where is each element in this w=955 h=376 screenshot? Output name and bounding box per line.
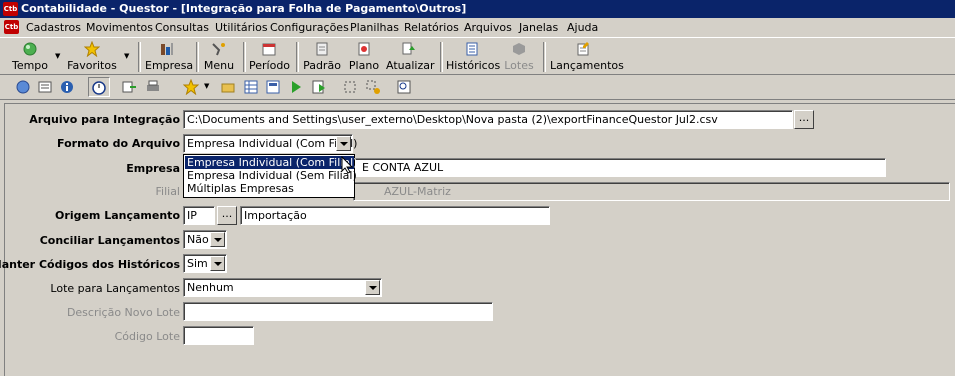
menu-consultas[interactable]: Consultas	[155, 21, 209, 34]
report-icon[interactable]	[265, 79, 281, 95]
conciliar-select[interactable]: Não	[183, 230, 227, 249]
formato-label: Formato do Arquivo	[57, 137, 180, 150]
lote-select[interactable]: Nenhum	[183, 278, 382, 297]
descricao-input[interactable]	[183, 302, 493, 321]
conciliar-dropdown-button[interactable]	[210, 232, 225, 247]
menu-arquivos[interactable]: Arquivos	[464, 21, 512, 34]
codigo-input[interactable]	[183, 326, 254, 345]
star-icon	[84, 41, 100, 57]
info-icon[interactable]	[59, 79, 75, 95]
formato-option[interactable]: Múltiplas Empresas	[185, 182, 354, 195]
toolbar-separator	[196, 42, 199, 72]
origem-code-field[interactable]: IP	[183, 206, 215, 225]
lote-label: Lote para Lançamentos	[50, 282, 180, 295]
timer-toggle[interactable]	[88, 77, 110, 97]
empresa-name-field[interactable]: E CONTA AZUL	[353, 158, 886, 177]
mouse-cursor-icon	[341, 156, 354, 174]
formato-dropdown-list: Empresa Individual (Com Filial) Empresa …	[183, 154, 357, 198]
menu-icon	[212, 43, 225, 56]
manter-select[interactable]: Sim	[183, 254, 227, 273]
tempo-dropdown-arrow[interactable]: ▼	[55, 52, 60, 60]
lancamentos-icon	[577, 42, 589, 56]
arquivo-input[interactable]: C:\Documents and Settings\user_externo\D…	[183, 110, 793, 129]
printer-icon[interactable]	[145, 79, 161, 95]
filial-label: Filial	[155, 185, 181, 198]
app-menu-icon[interactable]: Ctb	[4, 20, 19, 34]
menu-bar: Ctb Cadastros Movimentos Consultas Utili…	[0, 18, 955, 37]
title-bar: Ctb Contabilidade - Questor - [Integraçã…	[0, 0, 955, 18]
lotes-icon	[513, 43, 525, 55]
menu-janelas[interactable]: Janelas	[519, 21, 558, 34]
plano-icon	[358, 42, 370, 56]
origem-label: Origem Lançamento	[55, 209, 180, 222]
padrao-button[interactable]: Padrão	[303, 40, 341, 72]
toolbar-separator	[243, 42, 246, 72]
settings-icon[interactable]	[365, 79, 381, 95]
app-icon: Ctb	[3, 2, 18, 16]
manter-label: Manter Códigos dos Históricos	[0, 258, 180, 271]
formato-option[interactable]: Empresa Individual (Com Filial)	[185, 156, 357, 169]
formato-select[interactable]: Empresa Individual (Com Filial)	[183, 134, 357, 153]
menu-configuracoes[interactable]: Configurações	[270, 21, 349, 34]
empresa-button[interactable]: Empresa	[145, 40, 193, 72]
menu-utilitarios[interactable]: Utilitários	[215, 21, 268, 34]
list-icon[interactable]	[37, 79, 53, 95]
atualizar-button[interactable]: Atualizar	[386, 40, 435, 72]
export-icon[interactable]	[121, 79, 137, 95]
toolbar-separator	[543, 42, 546, 72]
favoritos-button[interactable]: Favoritos	[67, 40, 117, 72]
favorite-star-icon[interactable]	[183, 79, 199, 95]
padrao-icon	[316, 42, 328, 56]
window-title: Contabilidade - Questor - [Integração pa…	[21, 2, 467, 15]
globe-icon[interactable]	[15, 79, 31, 95]
main-toolbar: Tempo ▼ Favoritos ▼ Empresa Menu Período…	[0, 37, 955, 75]
toolbar-separator	[440, 42, 443, 72]
conciliar-label: Conciliar Lançamentos	[39, 234, 180, 247]
formato-dropdown-button[interactable]	[336, 136, 351, 151]
arquivo-browse-button[interactable]: ...	[794, 110, 814, 129]
grid-icon[interactable]	[243, 79, 259, 95]
lote-dropdown-button[interactable]	[365, 280, 380, 295]
origem-browse-button[interactable]: ...	[217, 206, 237, 225]
favorite-dropdown-arrow[interactable]: ▼	[204, 82, 209, 90]
origem-desc-field: Importação	[240, 206, 550, 225]
periodo-button[interactable]: Período	[249, 40, 290, 72]
preview-icon[interactable]	[396, 79, 412, 95]
manter-dropdown-button[interactable]	[210, 256, 225, 271]
folder-open-icon[interactable]	[220, 79, 236, 95]
lotes-button[interactable]: Lotes	[504, 40, 534, 72]
empresa-icon	[161, 43, 173, 55]
menu-button[interactable]: Menu	[202, 40, 236, 72]
stopwatch-icon	[92, 81, 106, 95]
refresh-icon	[402, 42, 415, 55]
menu-ajuda[interactable]: Ajuda	[567, 21, 598, 34]
historicos-icon	[466, 42, 478, 56]
secondary-toolbar: ▼	[0, 75, 955, 100]
historicos-button[interactable]: Históricos	[446, 40, 500, 72]
menu-movimentos[interactable]: Movimentos	[86, 21, 153, 34]
select-area-icon[interactable]	[342, 79, 358, 95]
formato-option[interactable]: Empresa Individual (Sem Filial)	[185, 169, 357, 182]
calendar-icon	[262, 43, 276, 56]
lancamentos-button[interactable]: Lançamentos	[550, 40, 624, 72]
run-report-icon[interactable]	[311, 79, 327, 95]
menu-cadastros[interactable]: Cadastros	[26, 21, 81, 34]
tempo-icon	[23, 42, 37, 56]
plano-button[interactable]: Plano	[348, 40, 380, 72]
descricao-label: Descrição Novo Lote	[66, 306, 180, 319]
codigo-label: Código Lote	[114, 330, 180, 343]
filial-name-field: AZUL-Matriz	[353, 182, 950, 201]
menu-relatorios[interactable]: Relatórios	[404, 21, 459, 34]
tempo-button[interactable]: Tempo	[10, 40, 50, 72]
arquivo-label: Arquivo para Integração	[29, 113, 180, 126]
toolbar-separator	[138, 42, 141, 72]
favoritos-dropdown-arrow[interactable]: ▼	[124, 52, 129, 60]
menu-planilhas[interactable]: Planilhas	[350, 21, 399, 34]
toolbar-separator	[296, 42, 299, 72]
play-icon[interactable]	[288, 79, 304, 95]
empresa-label: Empresa	[126, 162, 180, 175]
